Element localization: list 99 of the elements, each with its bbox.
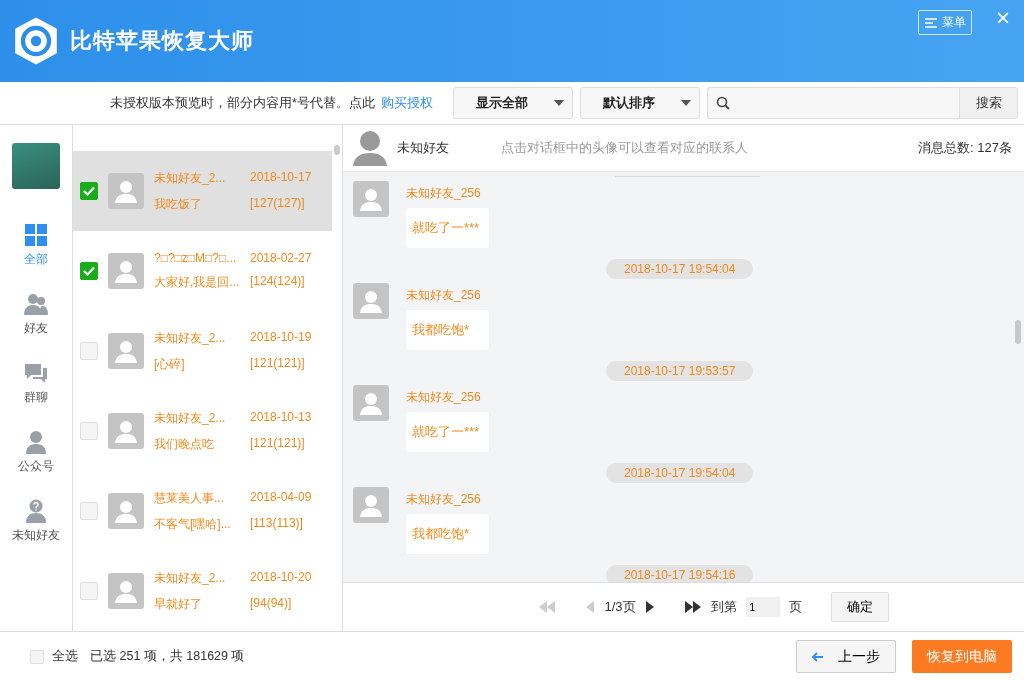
buy-license-link[interactable]: 购买授权 [380, 94, 433, 112]
contact-row[interactable]: 慧莱美人事... 2018-04-09 不客气[嘿哈]... [113(113)] [73, 471, 332, 551]
grid-icon [24, 223, 48, 247]
avatar-icon[interactable] [353, 487, 389, 523]
avatar-icon[interactable] [353, 283, 389, 319]
chat-bubbles-icon [24, 361, 48, 385]
close-button[interactable]: × [992, 6, 1014, 30]
notice-text: 未授权版本预览时，部分内容用*号代替。点此 [110, 94, 375, 112]
restore-button[interactable]: 恢复到电脑 [912, 640, 1012, 673]
search-icon [715, 96, 730, 110]
nav-item[interactable]: 群聊 [22, 361, 50, 406]
people-icon [24, 292, 48, 316]
filter-dropdown[interactable]: 显示全部 [452, 87, 573, 119]
message-preview: 不客气[嘿哈]... [154, 515, 232, 533]
contact-row[interactable]: 未知好友_2... 2018-10-20 早就好了 [94(94)] [73, 551, 332, 631]
arrow-left-icon [812, 651, 824, 662]
contact-date: 2018-10-13 [250, 409, 312, 426]
sender-name: 未知好友_256 [406, 185, 481, 202]
nav-item[interactable]: 好友 [22, 292, 50, 337]
sender-name: 未知好友_256 [406, 287, 481, 304]
message-count: [121(121)] [250, 435, 305, 452]
select-all-label: 全选 [52, 648, 78, 665]
search-button[interactable]: 搜索 [959, 87, 1018, 119]
search-field[interactable] [706, 87, 959, 119]
contact-name: 未知好友_2... [154, 169, 227, 187]
selection-summary: 已选 251 项，共 181629 项 [90, 648, 245, 665]
window-title: 比特苹果恢复大师 [70, 27, 254, 55]
message-count: [94(94)] [250, 595, 292, 612]
message-count: [124(124)] [250, 274, 305, 290]
scrollbar-thumb[interactable] [334, 145, 340, 155]
confirm-button[interactable]: 确定 [830, 592, 889, 622]
menu-button[interactable]: 菜单 [918, 10, 972, 35]
unknown-person-icon [24, 499, 48, 523]
nav-item[interactable]: 全部 [22, 223, 50, 268]
caret-icon [680, 100, 691, 106]
contact-row[interactable]: 未知好友_2... 2018-10-13 我们晚点吃 [121(121)] [73, 391, 332, 471]
message-total: 消息总数: 127条 [918, 139, 1012, 157]
avatar-icon [108, 493, 144, 529]
avatar-icon [108, 173, 144, 209]
contact-name: 慧莱美人事... [154, 489, 225, 507]
avatar-icon [108, 253, 144, 289]
person-icon [24, 430, 48, 454]
message-preview: 大家好,我是回... [154, 274, 241, 291]
contact-avatar-icon [353, 130, 387, 166]
contact-row[interactable]: 未知好友_2... 2018-10-17 我吃饭了 [127(127)] [73, 151, 332, 231]
first-page-icon[interactable] [538, 601, 557, 613]
avatar-icon [108, 413, 144, 449]
contact-name: 未知好友_2... [154, 569, 227, 587]
message-preview: 我们晚点吃 [154, 435, 215, 453]
next-page-icon[interactable] [644, 601, 655, 613]
avatar-icon [108, 333, 144, 369]
avatar-icon[interactable] [353, 385, 389, 421]
contact-date: 2018-04-09 [250, 489, 312, 506]
hint-text: 点击对话框中的头像可以查看对应的联系人 [501, 139, 748, 157]
avatar-icon[interactable] [353, 181, 389, 217]
sender-name: 未知好友_256 [406, 389, 481, 406]
user-avatar-photo [12, 143, 60, 189]
page-indicator: 1/3页 [604, 598, 636, 616]
page-unit: 页 [788, 598, 802, 616]
contact-name: 未知好友_2... [154, 409, 227, 427]
page-input[interactable]: 1 [745, 597, 780, 617]
message-preview: 我吃饭了 [154, 195, 203, 213]
nav-item[interactable]: 未知好友 [10, 499, 62, 544]
contact-date: 2018-02-27 [250, 251, 312, 265]
timestamp: 2018-10-17 19:54:04 [606, 259, 754, 279]
back-button[interactable]: 上一步 [796, 640, 896, 673]
message-preview: [心碎] [154, 355, 186, 373]
checkbox[interactable] [80, 182, 98, 200]
previous-page-icon[interactable] [585, 601, 596, 613]
contact-name: ?□?□z□M□?□... [154, 251, 238, 265]
contact-name: 未知好友_2... [154, 329, 227, 347]
filter-dropdown[interactable]: 默认排序 [579, 87, 700, 119]
message-bubble: 就吃了一*** [406, 412, 489, 452]
timestamp: 2018-10-17 19:54:04 [606, 463, 754, 483]
menu-icon [924, 16, 938, 29]
contact-name: 未知好友 [397, 139, 449, 157]
message-bubble: 我都吃饱* [406, 514, 489, 554]
last-page-icon[interactable] [683, 601, 702, 613]
message-count: [121(121)] [250, 355, 305, 372]
message-count: [113(113)] [250, 515, 303, 532]
message-count: [127(127)] [250, 195, 305, 212]
contact-row[interactable]: 未知好友_2... 2018-10-19 [心碎] [121(121)] [73, 311, 332, 391]
sender-name: 未知好友_256 [406, 491, 481, 508]
select-all-checkbox[interactable] [30, 649, 44, 664]
timestamp: 2018-10-17 19:53:57 [606, 361, 754, 381]
message-preview: 早就好了 [154, 595, 203, 613]
contact-row[interactable]: ?□?□z□M□?□... 2018-02-27 大家好,我是回... [124(124)] [73, 231, 332, 311]
contact-date: 2018-10-17 [250, 169, 312, 186]
timestamp: 2018-10-17 19:54:16 [606, 565, 754, 582]
contact-date: 2018-10-19 [250, 329, 312, 346]
message-bubble: 我都吃饱* [406, 310, 489, 350]
goto-label: 到第 [710, 598, 737, 616]
scrollbar-thumb[interactable] [1015, 320, 1021, 344]
contact-date: 2018-10-20 [250, 569, 312, 586]
nav-item[interactable]: 公众号 [16, 430, 56, 475]
checkbox[interactable] [80, 262, 98, 280]
caret-icon [553, 100, 564, 106]
message-bubble: 就吃了一*** [406, 208, 489, 248]
avatar-icon [108, 573, 144, 609]
